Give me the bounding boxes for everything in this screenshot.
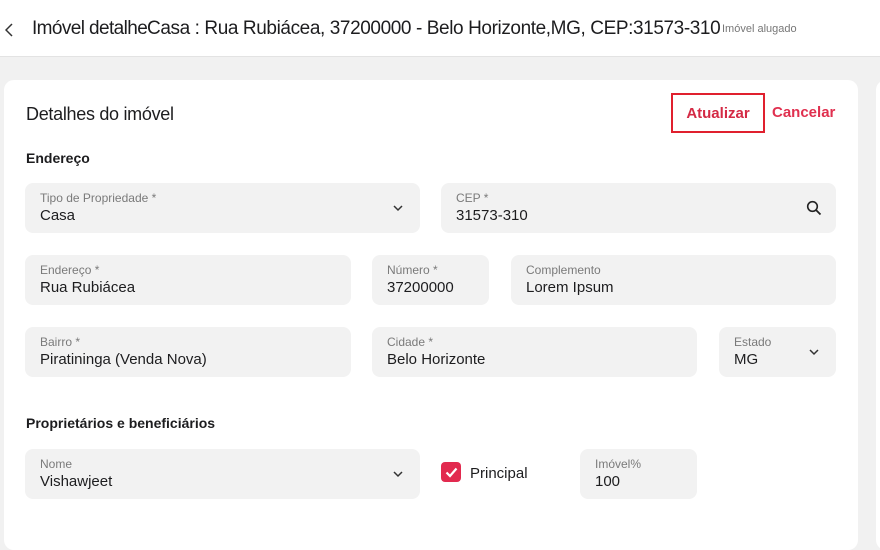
- cep-label: CEP *: [456, 191, 489, 205]
- check-icon: [445, 467, 457, 478]
- search-icon[interactable]: [806, 200, 822, 216]
- chevron-down-icon: [809, 349, 819, 356]
- property-details-card: Detalhes do imóvel Atualizar Cancelar En…: [4, 80, 858, 550]
- address-label: Endereço *: [40, 263, 100, 277]
- property-percent-field[interactable]: Imóvel% 100: [580, 449, 697, 499]
- property-summary: Casa : Rua Rubiácea, 37200000 - Belo Hor…: [147, 18, 721, 39]
- neighborhood-field[interactable]: Bairro * Piratininga (Venda Nova): [25, 327, 351, 377]
- neighborhood-value: Piratininga (Venda Nova): [40, 351, 207, 368]
- number-field[interactable]: Número * 37200000: [372, 255, 489, 305]
- page-title: Imóvel detalhe: [32, 18, 148, 39]
- card-title: Detalhes do imóvel: [26, 104, 174, 124]
- cancel-button[interactable]: Cancelar: [772, 104, 835, 121]
- update-button[interactable]: Atualizar: [671, 93, 765, 133]
- chevron-down-icon: [393, 471, 403, 478]
- state-label: Estado: [734, 335, 772, 349]
- property-type-label: Tipo de Propriedade *: [40, 191, 157, 205]
- address-value: Rua Rubiácea: [40, 279, 136, 296]
- city-value: Belo Horizonte: [387, 351, 486, 368]
- side-panel: [876, 80, 880, 550]
- state-value: MG: [734, 351, 759, 368]
- owner-name-select[interactable]: Nome Vishawjeet: [25, 449, 420, 499]
- owner-name-label: Nome: [40, 457, 73, 471]
- number-value: 37200000: [387, 279, 454, 296]
- principal-label: Principal: [470, 465, 528, 482]
- property-type-select[interactable]: Tipo de Propriedade * Casa: [25, 183, 420, 233]
- top-bar: Imóvel detalhe Casa : Rua Rubiácea, 3720…: [0, 0, 880, 57]
- state-select[interactable]: Estado MG: [719, 327, 836, 377]
- owner-name-value: Vishawjeet: [40, 473, 113, 490]
- complement-value: Lorem Ipsum: [526, 279, 614, 296]
- status-text: Imóvel alugado: [722, 23, 797, 35]
- city-label: Cidade *: [387, 335, 434, 349]
- complement-label: Complemento: [526, 263, 601, 277]
- complement-field[interactable]: Complemento Lorem Ipsum: [511, 255, 836, 305]
- chevron-down-icon: [393, 205, 403, 212]
- neighborhood-label: Bairro *: [40, 335, 81, 349]
- property-percent-value: 100: [595, 473, 621, 490]
- principal-checkbox[interactable]: [441, 462, 461, 482]
- number-label: Número *: [387, 263, 438, 277]
- property-type-value: Casa: [40, 207, 76, 224]
- address-section-title: Endereço: [26, 150, 90, 166]
- address-field[interactable]: Endereço * Rua Rubiácea: [25, 255, 351, 305]
- cep-field[interactable]: CEP * 31573-310: [441, 183, 836, 233]
- city-field[interactable]: Cidade * Belo Horizonte: [372, 327, 697, 377]
- back-button[interactable]: [2, 20, 16, 40]
- owners-section-title: Proprietários e beneficiários: [26, 415, 216, 431]
- property-percent-label: Imóvel%: [595, 457, 642, 471]
- cep-value: 31573-310: [456, 207, 528, 224]
- chevron-left-icon: [5, 23, 13, 37]
